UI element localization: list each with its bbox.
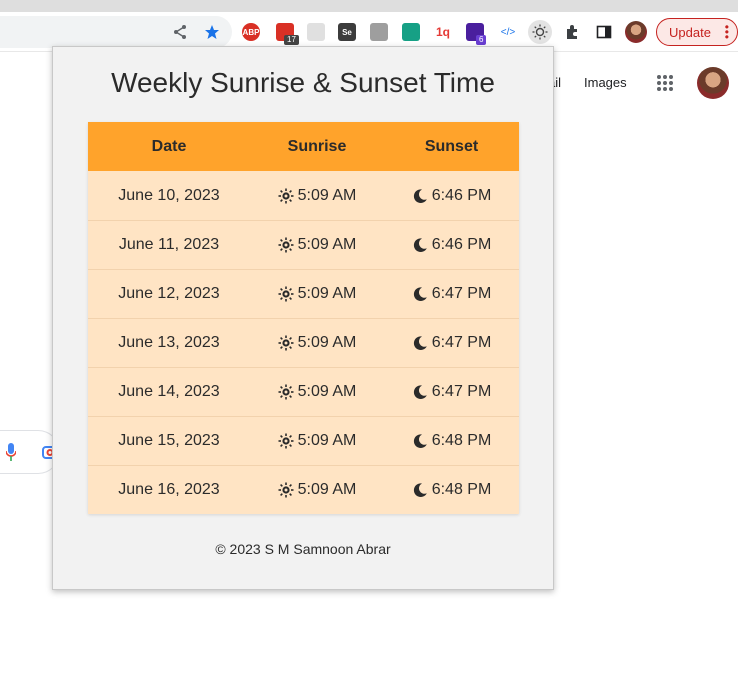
sunrise-cell: 5:09 AM — [250, 417, 384, 465]
table-row: June 16, 2023 5:09 AM 6:48 PM — [88, 465, 519, 514]
sun-extension-icon[interactable] — [528, 20, 552, 44]
sunset-text: 6:47 PM — [431, 285, 492, 302]
date-text: June 12, 2023 — [118, 285, 220, 302]
date-text: June 10, 2023 — [118, 186, 220, 204]
iq-extension-icon[interactable]: 1q — [434, 23, 452, 41]
update-button-label: Update — [669, 24, 711, 40]
grey-extension-icon[interactable] — [307, 23, 325, 41]
google-apps-icon[interactable] — [657, 75, 673, 91]
sunset-cell: 6:46 PM — [384, 221, 519, 269]
sunset-text: 6:47 PM — [431, 383, 492, 400]
date-text: June 16, 2023 — [118, 481, 220, 498]
calendar-badge: 17 — [284, 35, 299, 45]
moon-icon — [413, 287, 427, 301]
profile-extension-icon[interactable] — [370, 23, 388, 41]
update-button[interactable]: Update • • • — [656, 18, 738, 46]
share-icon[interactable] — [170, 22, 190, 42]
download-extension-icon[interactable] — [402, 23, 420, 41]
sunrise-cell: 5:09 AM — [250, 466, 384, 514]
date-cell: June 14, 2023 — [88, 368, 250, 416]
sun-icon — [278, 482, 294, 498]
date-cell: June 15, 2023 — [88, 417, 250, 465]
table-header-row: Date Sunrise Sunset — [88, 122, 519, 171]
table-body: June 10, 2023 5:09 AM 6:46 PM June 11, 2… — [88, 171, 519, 514]
puzzle-extensions-icon[interactable] — [562, 22, 582, 42]
sun-icon — [278, 286, 294, 302]
microphone-icon[interactable] — [6, 443, 16, 461]
address-bar[interactable] — [0, 16, 232, 48]
profile-avatar[interactable] — [625, 21, 647, 43]
sun-icon — [278, 237, 294, 253]
sunset-text: 6:46 PM — [431, 186, 492, 204]
header-date: Date — [151, 137, 187, 155]
kebab-menu-icon: • • • — [724, 20, 729, 44]
side-panel-icon[interactable] — [594, 22, 614, 42]
sunset-cell: 6:47 PM — [384, 319, 519, 367]
table-row: June 11, 2023 5:09 AM 6:46 PM — [88, 220, 519, 269]
date-text: June 13, 2023 — [118, 334, 220, 351]
date-text: June 14, 2023 — [118, 383, 220, 400]
moon-icon — [413, 385, 427, 399]
sun-icon — [278, 335, 294, 351]
sunset-cell: 6:48 PM — [384, 417, 519, 465]
date-cell: June 10, 2023 — [88, 171, 250, 220]
sun-icon — [278, 433, 294, 449]
sun-icon — [278, 188, 294, 203]
table-row: June 15, 2023 5:09 AM 6:48 PM — [88, 416, 519, 465]
moon-icon — [413, 483, 427, 497]
date-text: June 11, 2023 — [118, 236, 220, 253]
adblock-extension-icon[interactable]: ABP — [242, 23, 260, 41]
bookmark-star-icon[interactable] — [202, 22, 222, 42]
sunrise-text: 5:09 AM — [297, 186, 357, 204]
table-row: June 14, 2023 5:09 AM 6:47 PM — [88, 367, 519, 416]
sunrise-cell: 5:09 AM — [250, 319, 384, 367]
table-row: June 10, 2023 5:09 AM 6:46 PM — [88, 171, 519, 220]
date-cell: June 11, 2023 — [88, 221, 250, 269]
moon-icon — [413, 434, 427, 448]
sunrise-cell: 5:09 AM — [250, 368, 384, 416]
images-link[interactable]: Images — [584, 75, 627, 90]
code-extension-icon[interactable]: </> — [498, 22, 518, 42]
moon-icon — [413, 188, 427, 203]
sun-times-table: Date Sunrise Sunset June 10, 2023 5:09 A… — [88, 122, 519, 514]
sunrise-cell: 5:09 AM — [250, 270, 384, 318]
sunrise-text: 5:09 AM — [297, 432, 357, 449]
sunset-text: 6:46 PM — [431, 236, 492, 253]
sunrise-cell: 5:09 AM — [250, 171, 384, 220]
window-top-strip — [0, 0, 738, 12]
table-row: June 13, 2023 5:09 AM 6:47 PM — [88, 318, 519, 367]
sunrise-text: 5:09 AM — [297, 285, 357, 302]
header-sunrise: Sunrise — [287, 137, 347, 155]
date-cell: June 13, 2023 — [88, 319, 250, 367]
table-row: June 12, 2023 5:09 AM 6:47 PM — [88, 269, 519, 318]
sun-icon — [278, 384, 294, 400]
account-avatar[interactable] — [697, 67, 729, 99]
sunset-cell: 6:47 PM — [384, 368, 519, 416]
sunrise-cell: 5:09 AM — [250, 221, 384, 269]
moon-icon — [413, 238, 427, 252]
date-text: June 15, 2023 — [118, 432, 220, 449]
sunrise-text: 5:09 AM — [297, 383, 357, 400]
sunrise-text: 5:09 AM — [297, 334, 357, 351]
extension-popup: Weekly Sunrise & Sunset Time Date Sunris… — [52, 46, 554, 590]
date-cell: June 16, 2023 — [88, 466, 250, 514]
sunset-cell: 6:47 PM — [384, 270, 519, 318]
date-cell: June 12, 2023 — [88, 270, 250, 318]
sunset-text: 6:47 PM — [431, 334, 492, 351]
sunrise-text: 5:09 AM — [297, 236, 357, 253]
moon-icon — [413, 336, 427, 350]
header-sunset: Sunset — [424, 137, 479, 155]
sunset-cell: 6:46 PM — [384, 171, 519, 220]
selenium-extension-icon[interactable]: Se — [338, 23, 356, 41]
popup-footer: © 2023 S M Samnoon Abrar — [215, 541, 391, 557]
popup-title: Weekly Sunrise & Sunset Time — [111, 67, 495, 98]
sunset-text: 6:48 PM — [431, 481, 492, 498]
sunset-cell: 6:48 PM — [384, 466, 519, 514]
shortcut-badge: 6 — [476, 35, 487, 45]
sunrise-text: 5:09 AM — [297, 481, 357, 498]
sunset-text: 6:48 PM — [431, 432, 492, 449]
